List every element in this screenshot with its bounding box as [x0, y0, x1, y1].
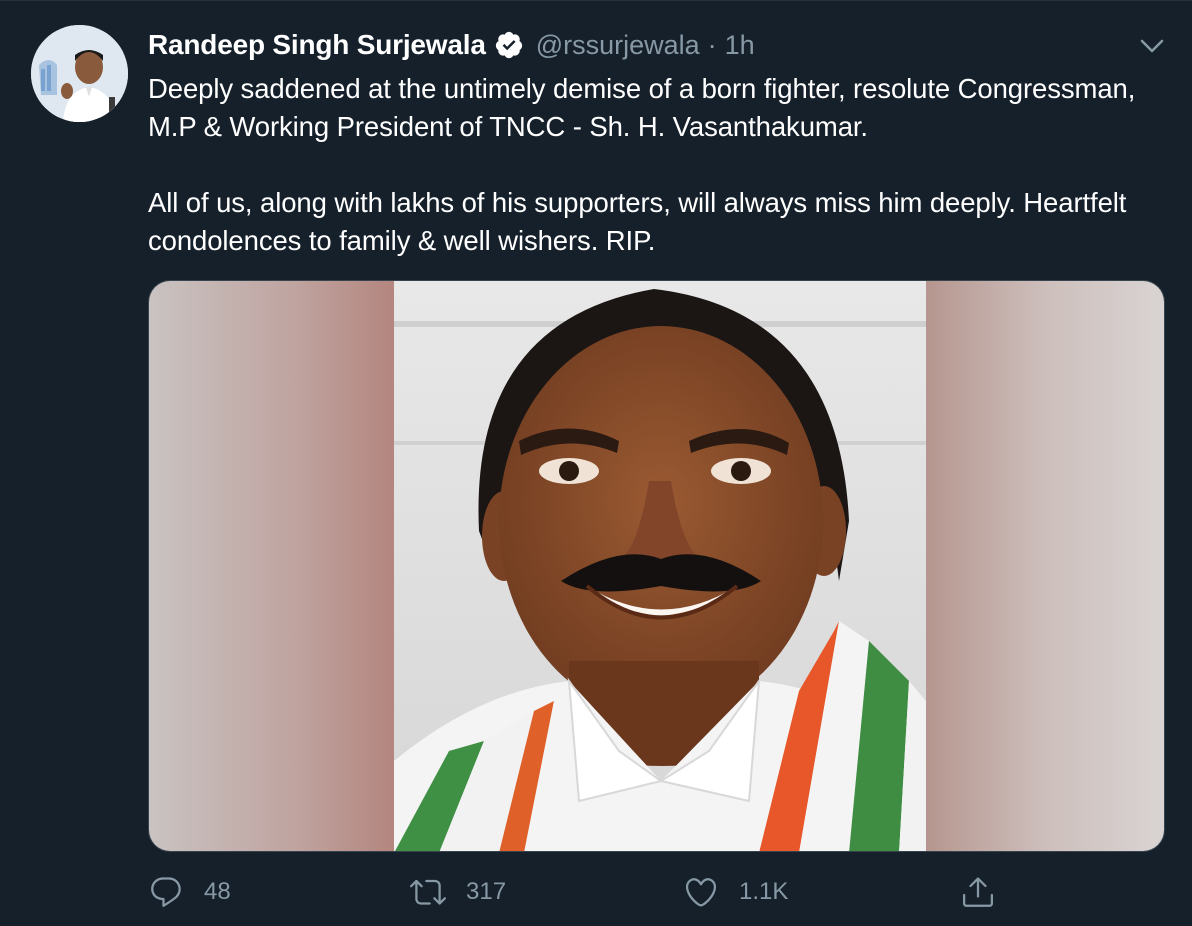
author-name[interactable]: Randeep Singh Surjewala [148, 29, 486, 61]
retweet-icon [410, 874, 446, 910]
like-count: 1.1K [739, 878, 789, 905]
tweet[interactable]: Randeep Singh Surjewala @rssurjewala · 1… [0, 0, 1192, 926]
tweet-paragraph: All of us, along with lakhs of his suppo… [148, 187, 1127, 256]
tweet-timestamp[interactable]: 1h [725, 30, 755, 61]
tweet-header: Randeep Singh Surjewala @rssurjewala · 1… [148, 27, 755, 63]
verified-badge-icon [494, 30, 524, 60]
tweet-paragraph: Deeply saddened at the untimely demise o… [148, 73, 1136, 142]
share-button[interactable] [960, 869, 996, 915]
share-icon [960, 874, 996, 910]
separator-dot: · [707, 29, 717, 60]
retweet-button[interactable]: 317 [410, 869, 506, 915]
avatar[interactable] [31, 25, 128, 122]
author-handle[interactable]: @rssurjewala [536, 30, 700, 61]
retweet-count: 317 [466, 878, 507, 905]
reply-button[interactable]: 48 [148, 869, 231, 915]
tweet-text: Deeply saddened at the untimely demise o… [148, 70, 1178, 260]
reply-icon [148, 874, 184, 910]
heart-icon [683, 874, 719, 910]
reply-count: 48 [204, 878, 231, 905]
tweet-actions: 48 317 1.1K [148, 869, 1178, 915]
like-button[interactable]: 1.1K [683, 869, 788, 915]
tweet-photo[interactable] [148, 280, 1165, 852]
chevron-down-icon[interactable] [1137, 31, 1167, 61]
